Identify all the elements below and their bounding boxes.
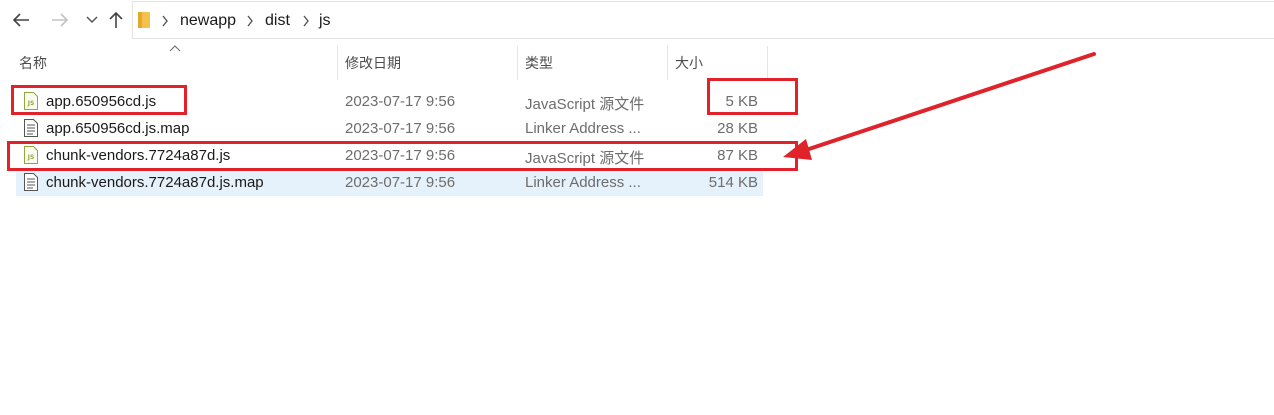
annotation-arrow [783,52,1096,160]
